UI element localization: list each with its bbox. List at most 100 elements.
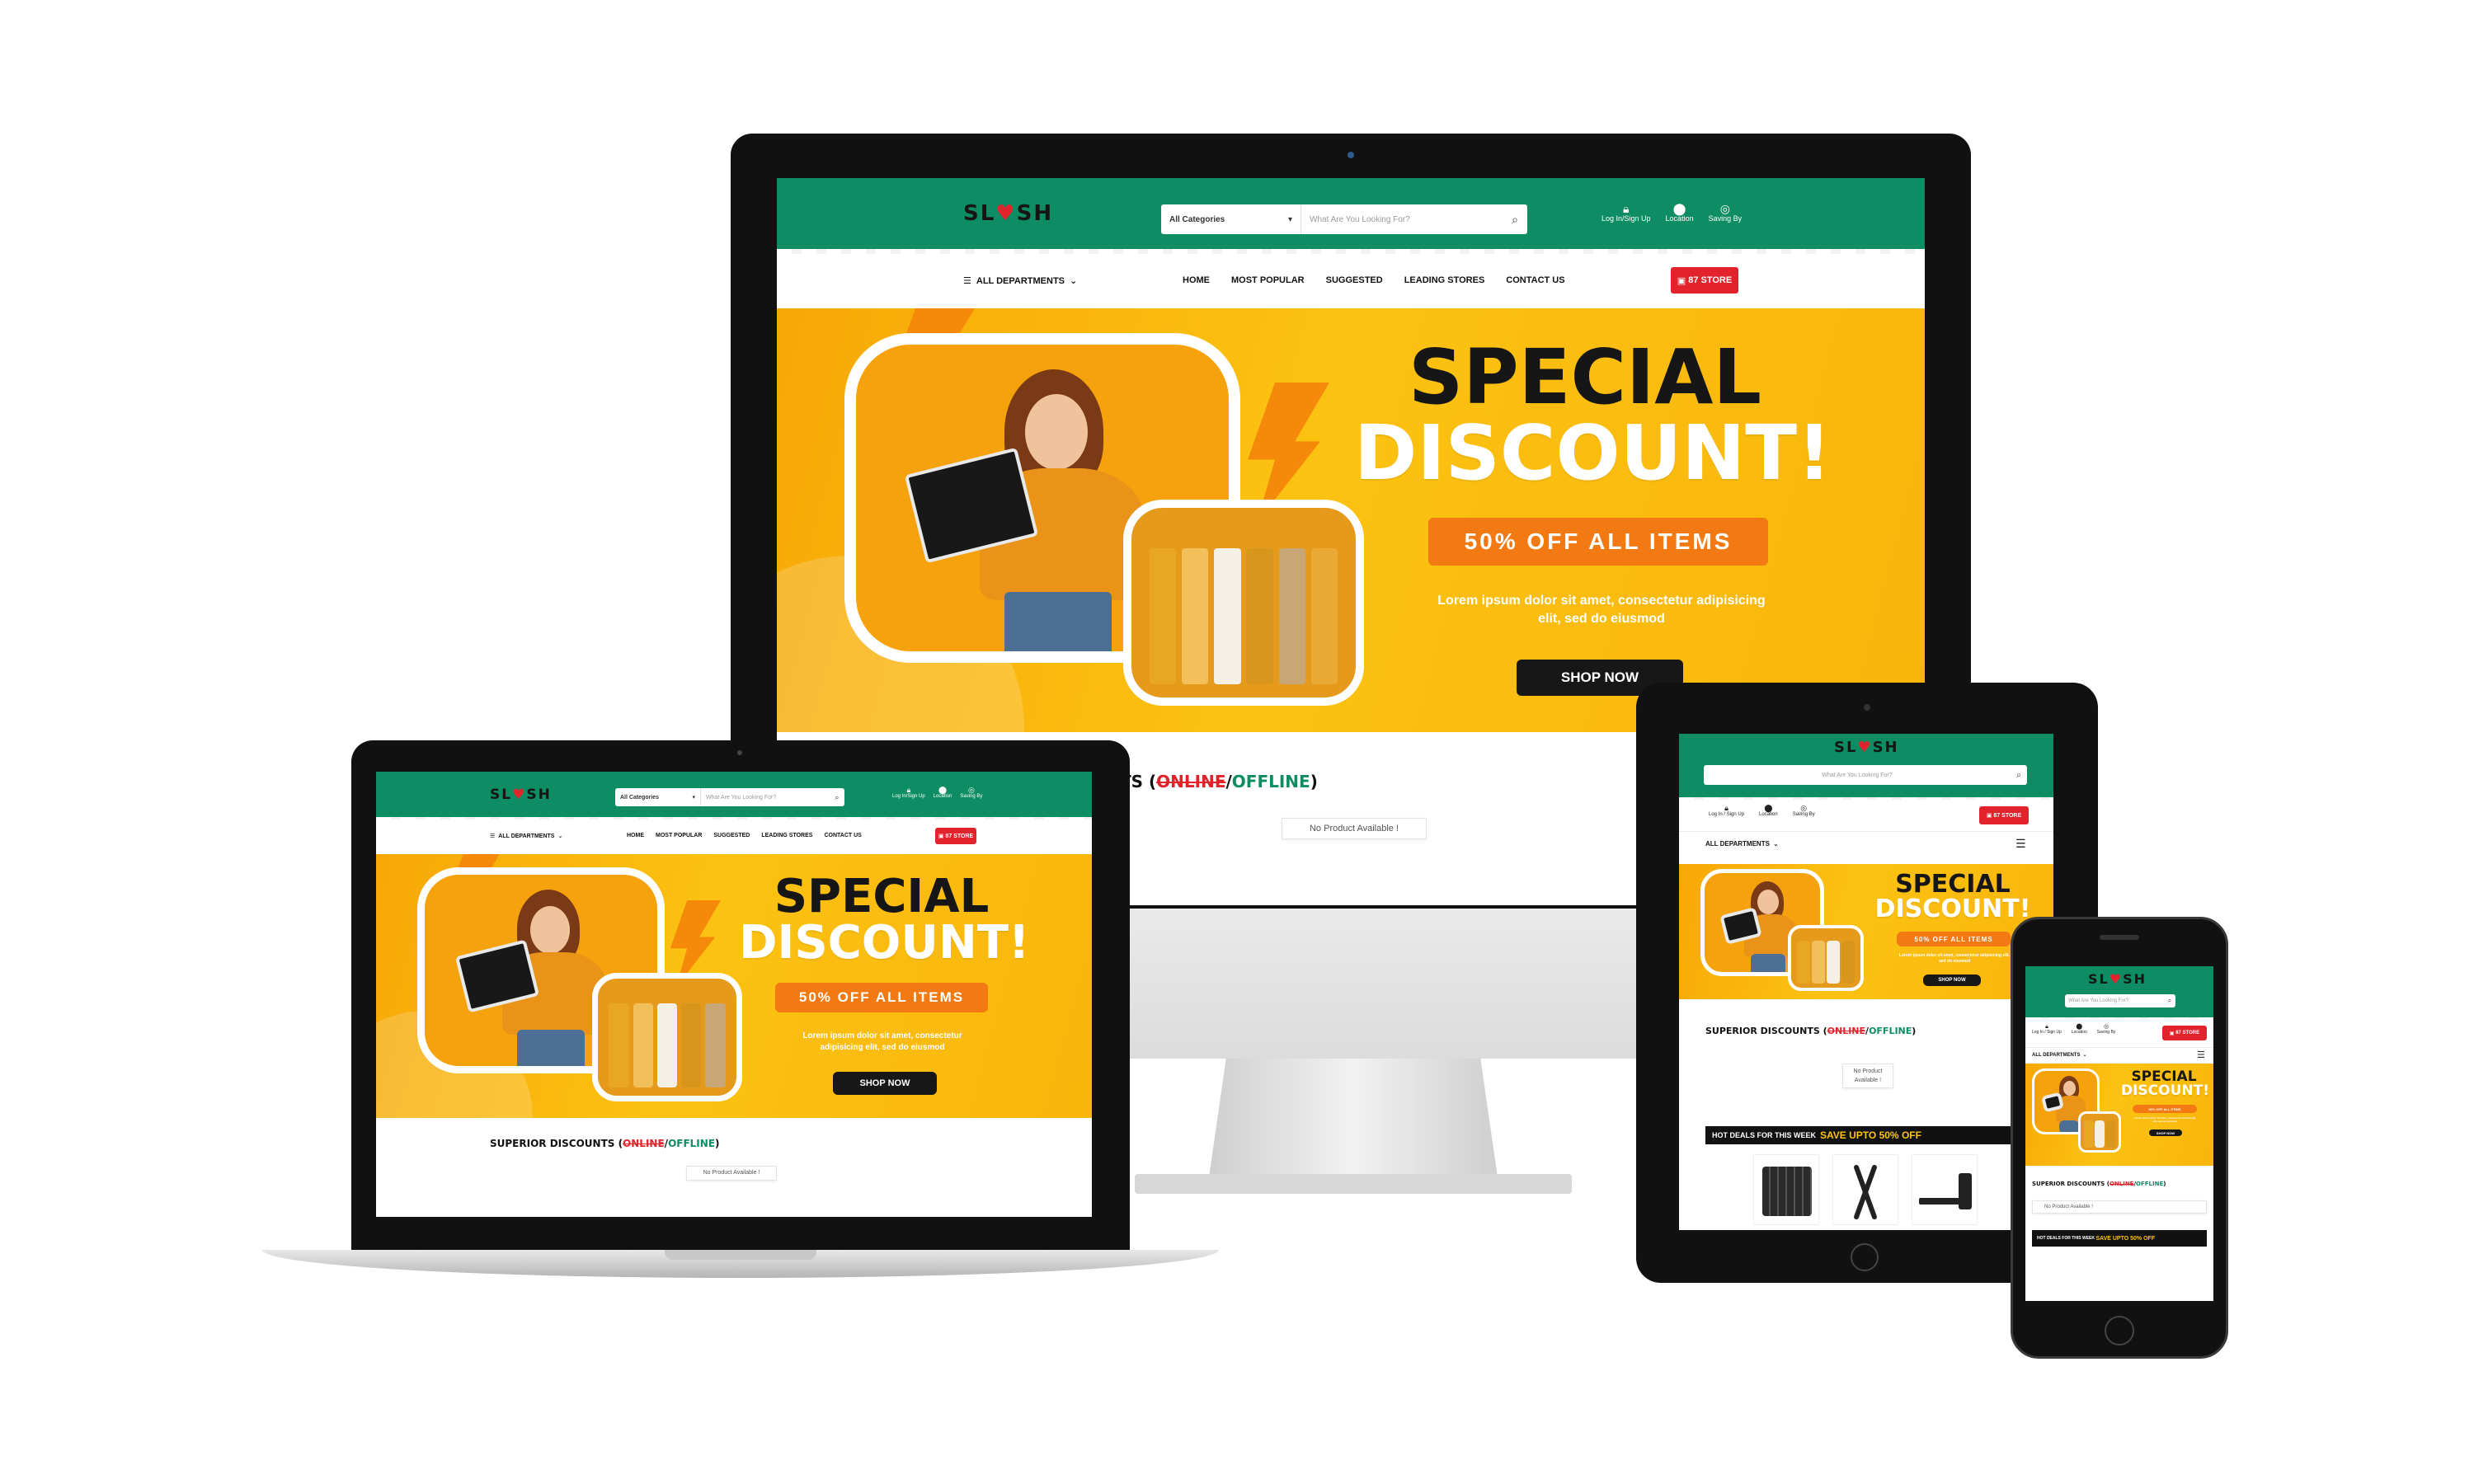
saving-link[interactable]: ◎ Saving By bbox=[1709, 203, 1743, 223]
main-nav: ☰ ALL DEPARTMENTS ⌄ HOME MOST POPULAR SUGG… bbox=[777, 254, 1925, 308]
clothes-rack-photo bbox=[2081, 1114, 2119, 1150]
search-bar[interactable]: All Categories ▾ What Are You Looking For… bbox=[615, 788, 844, 806]
no-product-message: No Product Available ! bbox=[2032, 1200, 2207, 1214]
header-actions: 🔒︎ Log In / Sign Up ⬤ Location ◎ Saving By bbox=[1709, 804, 1815, 818]
search-bar[interactable]: What Are You Looking For? ⌕ bbox=[1704, 765, 2027, 785]
clothes-rack-photo bbox=[1791, 928, 1860, 988]
all-departments-menu[interactable]: ☰ ALL DEPARTMENTS ⌄ bbox=[490, 833, 563, 840]
lock-icon: 🔒︎ bbox=[906, 786, 911, 794]
hamburger-icon: ☰ bbox=[963, 276, 971, 286]
shop-now-button[interactable]: SHOP NOW bbox=[833, 1072, 937, 1095]
store-icon: ▣ bbox=[1986, 813, 1994, 819]
hero-banner: SPECIAL DISCOUNT! 50% OFF ALL ITEMS Lorem… bbox=[1679, 864, 2053, 999]
nav-leading-stores[interactable]: LEADING STORES bbox=[761, 833, 812, 838]
search-icon[interactable]: ⌕ bbox=[2164, 997, 2175, 1005]
hamburger-icon[interactable]: ☰ bbox=[2015, 837, 2026, 851]
chevron-down-icon: ▾ bbox=[1287, 214, 1292, 224]
cart-icon: ◎ bbox=[2103, 1024, 2109, 1030]
search-bar[interactable]: What Are You Looking For? ⌕ bbox=[2065, 994, 2175, 1007]
main-nav: ALL DEPARTMENTS ⌄ ☰ bbox=[2025, 1047, 2213, 1064]
nav-home[interactable]: HOME bbox=[1183, 275, 1210, 285]
lock-icon: 🔒︎ bbox=[1623, 202, 1630, 215]
site-logo[interactable]: SL♥SH bbox=[2088, 971, 2147, 987]
site-logo[interactable]: SL♥SH bbox=[963, 201, 1053, 226]
category-select[interactable]: All Categories ▾ bbox=[615, 788, 701, 806]
clothes-rack-photo bbox=[1131, 508, 1356, 697]
site-logo[interactable]: SL♥SH bbox=[1834, 739, 1899, 756]
search-bar[interactable]: All Categories ▾ What Are You Looking For… bbox=[1161, 204, 1527, 234]
hero-banner: SPECIAL DISCOUNT! 50% OFF ALL ITEMS Lorem… bbox=[376, 854, 1092, 1118]
saving-link[interactable]: ◎ Saving By bbox=[1793, 805, 1815, 818]
section-title: SUPERIOR DISCOUNTS (ONLINE/OFFLINE) bbox=[2032, 1181, 2166, 1187]
deal-product-keyboard[interactable] bbox=[1753, 1154, 1819, 1225]
store-button[interactable]: ▣ 87 STORE bbox=[935, 828, 976, 844]
deal-product-cable[interactable] bbox=[1832, 1154, 1898, 1225]
location-link[interactable]: ⬤ Location bbox=[1759, 804, 1778, 818]
store-button[interactable]: ▣ 87 STORE bbox=[2162, 1026, 2207, 1040]
nav-contact-us[interactable]: CONTACT US bbox=[824, 833, 861, 838]
hero-description: Lorem ipsum dolor sit amet, consectetur … bbox=[1898, 953, 2011, 964]
shop-now-button[interactable]: SHOP NOW bbox=[2149, 1129, 2182, 1136]
shop-now-button[interactable]: SHOP NOW bbox=[1923, 974, 1981, 986]
keyboard-image bbox=[1762, 1167, 1812, 1216]
clothes-photo-frame bbox=[2078, 1111, 2121, 1153]
hero-description: Lorem ipsum dolor sit amet, consectetur … bbox=[1437, 594, 1766, 626]
hero-title: SPECIAL DISCOUNT! bbox=[1354, 333, 1832, 497]
tablet-camera bbox=[1864, 704, 1870, 711]
location-link[interactable]: ⬤ Location bbox=[1666, 203, 1694, 223]
hero-offer-badge: 50% OFF ALL ITEMS bbox=[1428, 518, 1768, 566]
no-product-message: No Product Available ! bbox=[1842, 1064, 1893, 1088]
chevron-down-icon: ⌄ bbox=[1772, 840, 1779, 848]
phone-home-button[interactable] bbox=[2105, 1316, 2134, 1345]
nav-suggested[interactable]: SUGGESTED bbox=[1326, 275, 1383, 285]
laptop-camera bbox=[737, 750, 742, 755]
search-input[interactable]: What Are You Looking For? bbox=[701, 795, 830, 801]
store-button[interactable]: ▣ 87 STORE bbox=[1671, 267, 1738, 294]
all-departments-menu[interactable]: ALL DEPARTMENTS ⌄ bbox=[1705, 840, 1779, 848]
lock-icon: 🔒︎ bbox=[1724, 804, 1729, 812]
chevron-down-icon: ⌄ bbox=[557, 834, 563, 839]
site-header: SL♥SH What Are You Looking For? ⌕ bbox=[2025, 966, 2213, 1021]
search-icon[interactable]: ⌕ bbox=[1503, 213, 1527, 227]
saving-link[interactable]: ◎ Saving By bbox=[2097, 1024, 2116, 1035]
tablet-actions-row: 🔒︎ Log In / Sign Up ⬤ Location ◎ Saving By … bbox=[1679, 800, 2053, 831]
laptop-notch bbox=[665, 1250, 816, 1260]
location-link[interactable]: ⬤ Location bbox=[934, 787, 952, 800]
hamburger-icon[interactable]: ☰ bbox=[2197, 1050, 2205, 1060]
login-link[interactable]: 🔒︎ Log In/Sign Up bbox=[1602, 203, 1651, 223]
search-icon[interactable]: ⌕ bbox=[830, 793, 844, 802]
location-link[interactable]: ⬤ Location bbox=[2072, 1024, 2087, 1035]
chevron-down-icon: ⌄ bbox=[2082, 1053, 2087, 1058]
deal-product-soundbar[interactable] bbox=[1912, 1154, 1978, 1225]
all-departments-menu[interactable]: ALL DEPARTMENTS ⌄ bbox=[2032, 1052, 2087, 1059]
clothes-rack-photo bbox=[598, 979, 736, 1096]
search-input[interactable]: What Are You Looking For? bbox=[1301, 215, 1503, 224]
nav-contact-us[interactable]: CONTACT US bbox=[1506, 275, 1564, 285]
site-header: SL♥SH All Categories ▾ What Are You Looki… bbox=[376, 772, 1092, 821]
search-input[interactable]: What Are You Looking For? bbox=[2065, 998, 2164, 1003]
nav-most-popular[interactable]: MOST POPULAR bbox=[1231, 275, 1305, 285]
phone-screen: SL♥SH What Are You Looking For? ⌕ 🔒︎ Log … bbox=[2025, 966, 2213, 1301]
hero-offer-badge: 50% OFF ALL ITEMS bbox=[1897, 932, 2011, 946]
location-pin-icon: ⬤ bbox=[1764, 804, 1773, 812]
login-link[interactable]: 🔒︎ Log In / Sign Up bbox=[2032, 1024, 2062, 1035]
lock-icon: 🔒︎ bbox=[2045, 1024, 2048, 1030]
tablet-home-button[interactable] bbox=[1851, 1243, 1879, 1271]
login-link[interactable]: 🔒︎ Log In/Sign Up bbox=[892, 786, 925, 800]
search-icon[interactable]: ⌕ bbox=[2011, 771, 2027, 780]
store-icon: ▣ bbox=[1677, 275, 1689, 286]
nav-most-popular[interactable]: MOST POPULAR bbox=[656, 833, 702, 838]
hero-title: SPECIAL DISCOUNT! bbox=[739, 870, 1030, 970]
all-departments-menu[interactable]: ☰ ALL DEPARTMENTS ⌄ bbox=[963, 275, 1077, 287]
saving-link[interactable]: ◎ Saving By bbox=[960, 787, 982, 800]
login-link[interactable]: 🔒︎ Log In / Sign Up bbox=[1709, 804, 1744, 818]
header-actions: 🔒︎ Log In/Sign Up ⬤ Location ◎ Saving By bbox=[892, 786, 982, 800]
site-logo[interactable]: SL♥SH bbox=[490, 787, 552, 803]
nav-home[interactable]: HOME bbox=[627, 833, 644, 838]
category-select[interactable]: All Categories ▾ bbox=[1161, 204, 1301, 234]
nav-leading-stores[interactable]: LEADING STORES bbox=[1404, 275, 1485, 285]
main-nav: ALL DEPARTMENTS ⌄ ☰ bbox=[1679, 831, 2053, 856]
store-button[interactable]: ▣ 87 STORE bbox=[1979, 806, 2029, 824]
search-input[interactable]: What Are You Looking For? bbox=[1704, 773, 2011, 778]
nav-suggested[interactable]: SUGGESTED bbox=[713, 833, 750, 838]
